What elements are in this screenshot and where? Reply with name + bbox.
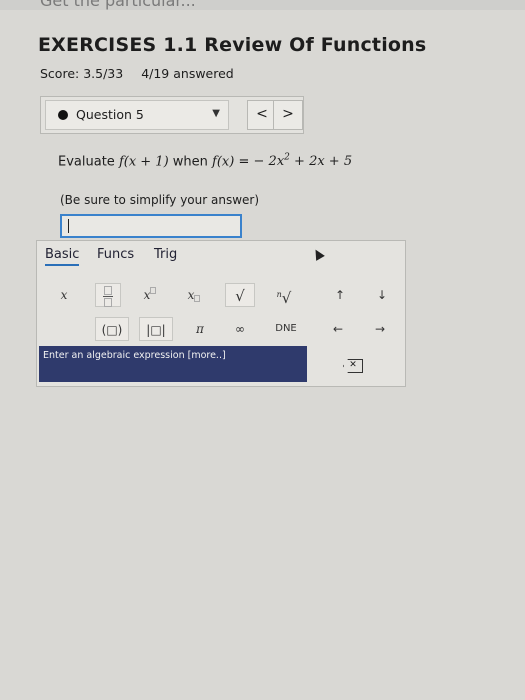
question-text: Evaluate f(x + 1) when f(x) = − 2x2 + 2x… xyxy=(58,153,353,170)
status-help-text[interactable]: Enter an algebraic expression [more..] xyxy=(43,350,226,361)
key-nth-root[interactable]: n√ xyxy=(269,283,299,307)
cut-off-top-text: Get the particular... xyxy=(0,0,525,10)
key-superscript[interactable]: x xyxy=(137,283,163,307)
answer-input[interactable] xyxy=(60,214,242,238)
arrow-down-icon: ↓ xyxy=(376,288,388,302)
answered-count: 4/19 answered xyxy=(141,66,234,81)
question-dropdown-label: Question 5 xyxy=(76,107,144,122)
key-dne[interactable]: DNE xyxy=(269,317,303,341)
nth-root-icon: √ xyxy=(281,289,292,307)
key-pi[interactable]: π xyxy=(187,317,213,341)
key-parentheses[interactable]: (□) xyxy=(95,317,129,341)
math-palette: Basic Funcs Trig x x x √ n√ ↑ ↓ (□) |□| … xyxy=(36,240,406,387)
expression-fx: f(x) xyxy=(212,154,235,170)
key-right-arrow[interactable]: → xyxy=(369,317,391,341)
expression-fx1: f(x + 1) xyxy=(118,154,169,170)
text-cursor xyxy=(68,219,69,233)
arrow-up-icon: ↑ xyxy=(334,288,346,302)
score-line: Score: 3.5/33 4/19 answered xyxy=(40,66,234,81)
key-infinity[interactable]: ∞ xyxy=(227,317,253,341)
backspace-button[interactable]: ✕ xyxy=(343,359,363,373)
page-title: EXERCISES 1.1 Review Of Functions xyxy=(38,34,427,56)
key-sqrt[interactable]: √ xyxy=(225,283,255,307)
tab-basic[interactable]: Basic xyxy=(45,247,80,266)
sqrt-icon: √ xyxy=(235,287,245,305)
backspace-icon: ✕ xyxy=(349,360,357,370)
mouse-pointer-icon xyxy=(311,247,325,261)
next-question-button[interactable]: > xyxy=(273,100,303,130)
key-left-arrow[interactable]: ← xyxy=(327,317,349,341)
arrow-left-icon: ← xyxy=(332,322,344,336)
score-text: Score: 3.5/33 xyxy=(40,66,124,81)
arrow-right-icon: → xyxy=(374,322,386,336)
key-absolute-value[interactable]: |□| xyxy=(139,317,173,341)
key-down-arrow[interactable]: ↓ xyxy=(371,283,393,307)
chevron-right-icon: > xyxy=(282,106,294,122)
simplify-hint: (Be sure to simplify your answer) xyxy=(60,193,260,207)
key-subscript[interactable]: x xyxy=(181,283,207,307)
key-fraction[interactable] xyxy=(95,283,121,307)
question-dropdown[interactable]: Question 5 ▼ xyxy=(45,100,229,130)
question-selector: Question 5 ▼ < > xyxy=(40,96,304,134)
expression-rhs: − 2x2 + 2x + 5 xyxy=(253,153,353,170)
tab-funcs[interactable]: Funcs xyxy=(97,247,134,262)
tab-trig[interactable]: Trig xyxy=(154,247,177,262)
palette-status-bar: Enter an algebraic expression [more..] xyxy=(39,346,307,382)
caret-down-icon: ▼ xyxy=(212,108,220,119)
status-dot-icon xyxy=(58,110,68,120)
key-x[interactable]: x xyxy=(51,283,77,307)
chevron-left-icon: < xyxy=(256,106,268,122)
fraction-icon xyxy=(103,286,113,307)
key-up-arrow[interactable]: ↑ xyxy=(329,283,351,307)
